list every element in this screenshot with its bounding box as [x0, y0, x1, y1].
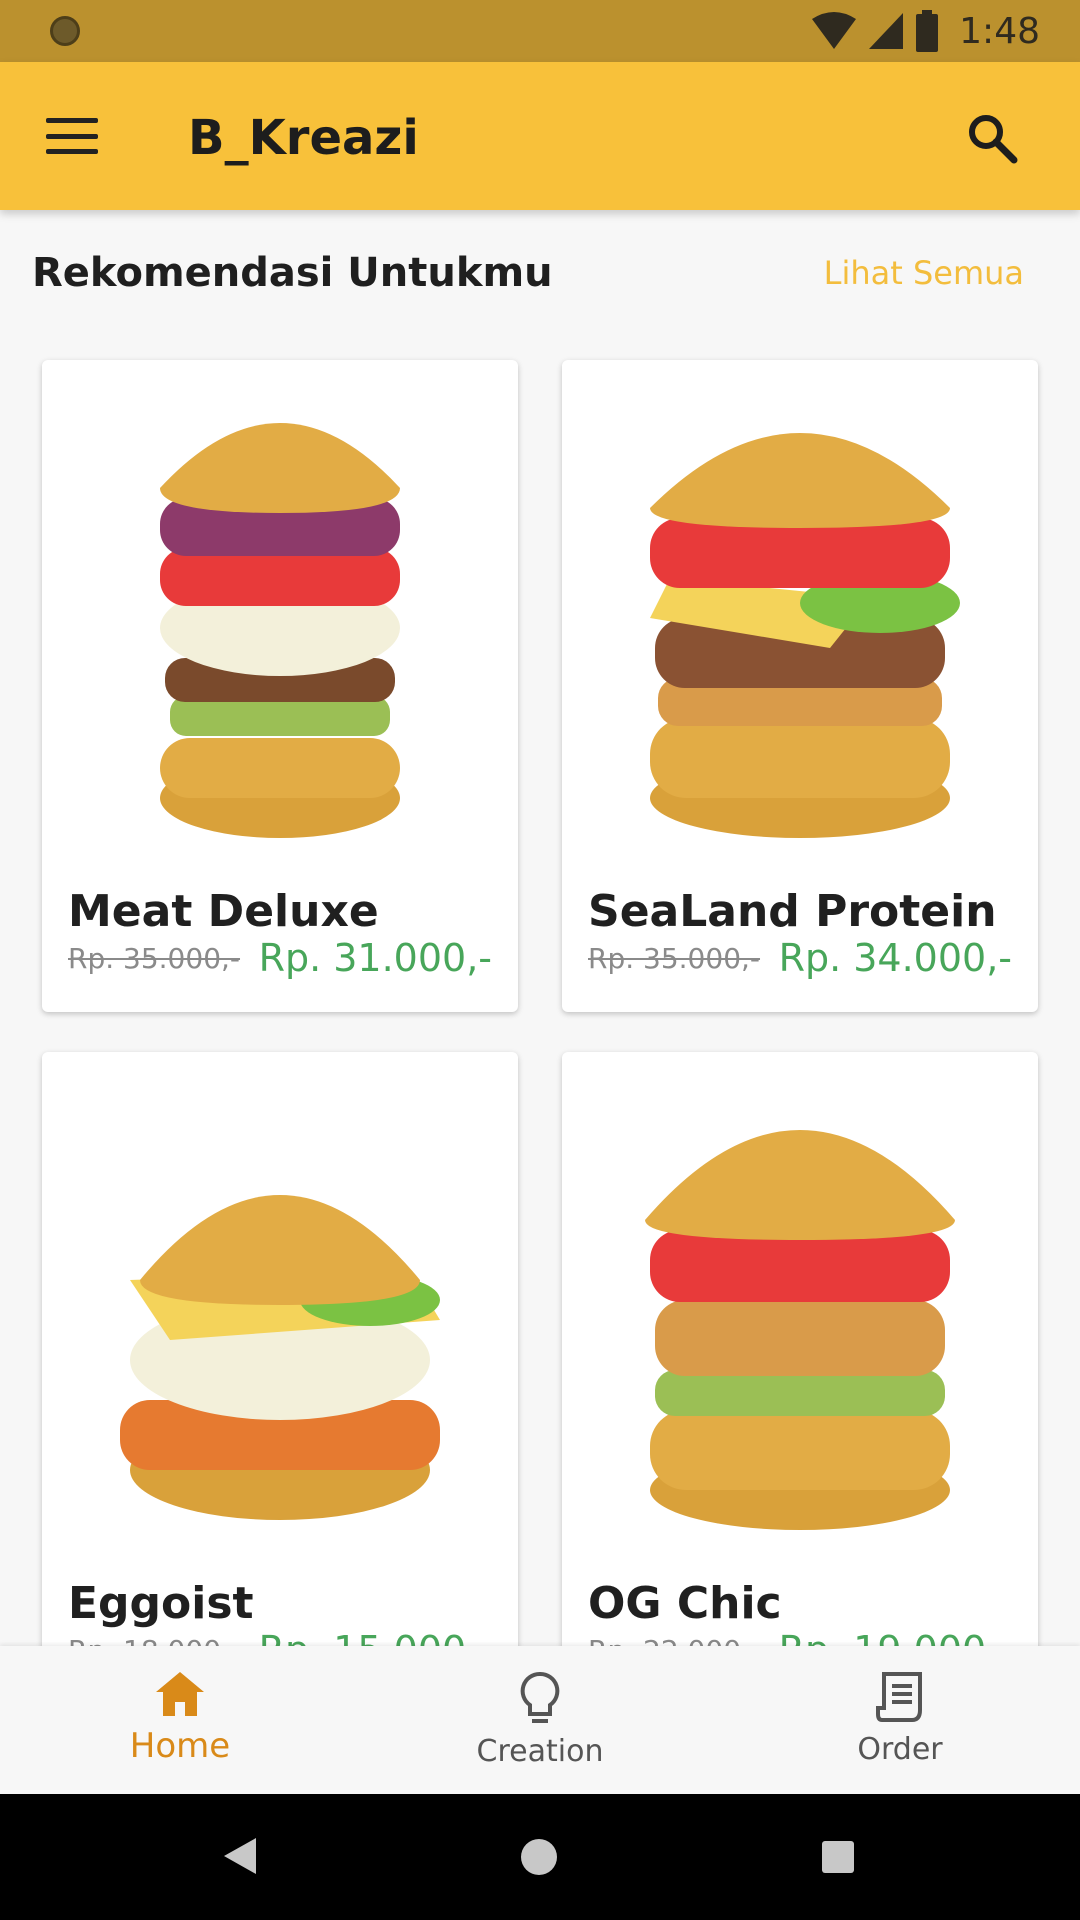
status-bar: 1:48 — [0, 0, 1080, 62]
nav-creation[interactable]: Creation — [360, 1646, 720, 1794]
product-name: Meat Deluxe — [68, 886, 379, 937]
main-content: Rekomendasi Untukmu Lihat Semua Meat Del… — [0, 210, 1080, 1646]
home-button-icon[interactable] — [521, 1839, 557, 1875]
bottom-navigation: Home Creation Order — [0, 1646, 1080, 1794]
product-price: Rp. 15.000,- — [259, 1628, 492, 1646]
product-price: Rp. 31.000,- — [258, 936, 492, 980]
product-card[interactable]: OG Chic Rp. 22.000,- Rp. 19.000,- — [562, 1052, 1038, 1646]
product-card[interactable]: Eggoist Rp. 18.000,- Rp. 15.000,- — [42, 1052, 518, 1646]
status-time: 1:48 — [959, 10, 1040, 52]
nav-order-label: Order — [857, 1732, 943, 1767]
see-all-link[interactable]: Lihat Semua — [824, 254, 1024, 292]
recents-icon[interactable] — [822, 1841, 854, 1873]
lightbulb-icon — [520, 1671, 560, 1723]
burger-image — [160, 423, 400, 838]
product-old-price: Rp. 22.000,- — [588, 1634, 760, 1646]
notification-icon — [50, 16, 80, 46]
nav-order[interactable]: Order — [720, 1646, 1080, 1794]
product-old-price: Rp. 35.000,- — [588, 942, 761, 975]
burger-image — [650, 433, 960, 838]
app-title: B_Kreazi — [188, 110, 419, 166]
product-old-price: Rp. 18.000,- — [68, 1634, 240, 1646]
search-icon[interactable] — [964, 110, 1020, 166]
menu-icon[interactable] — [44, 112, 100, 160]
product-card[interactable]: SeaLand Protein Rp. 35.000,- Rp. 34.000,… — [562, 360, 1038, 1012]
product-name: Eggoist — [68, 1578, 254, 1629]
system-navigation-bar — [0, 1794, 1080, 1920]
nav-creation-label: Creation — [476, 1734, 604, 1769]
burger-image — [645, 1130, 955, 1530]
product-old-price: Rp. 35.000,- — [68, 942, 241, 975]
back-icon[interactable] — [222, 1836, 258, 1876]
status-icons: 1:48 — [811, 8, 1040, 54]
home-icon — [156, 1672, 204, 1716]
battery-icon — [916, 10, 939, 52]
product-price: Rp. 19.000,- — [779, 1628, 1012, 1646]
wifi-icon — [812, 12, 857, 49]
section-title: Rekomendasi Untukmu — [32, 250, 553, 296]
product-price: Rp. 34.000,- — [778, 936, 1012, 980]
burger-image — [120, 1195, 440, 1520]
signal-icon — [869, 13, 904, 49]
product-name: OG Chic — [588, 1578, 782, 1629]
product-card[interactable]: Meat Deluxe Rp. 35.000,- Rp. 31.000,- — [42, 360, 518, 1012]
product-name: SeaLand Protein — [588, 886, 997, 937]
receipt-icon — [876, 1672, 922, 1722]
app-bar: B_Kreazi — [0, 62, 1080, 210]
nav-home-label: Home — [129, 1726, 231, 1766]
nav-home[interactable]: Home — [0, 1646, 360, 1794]
